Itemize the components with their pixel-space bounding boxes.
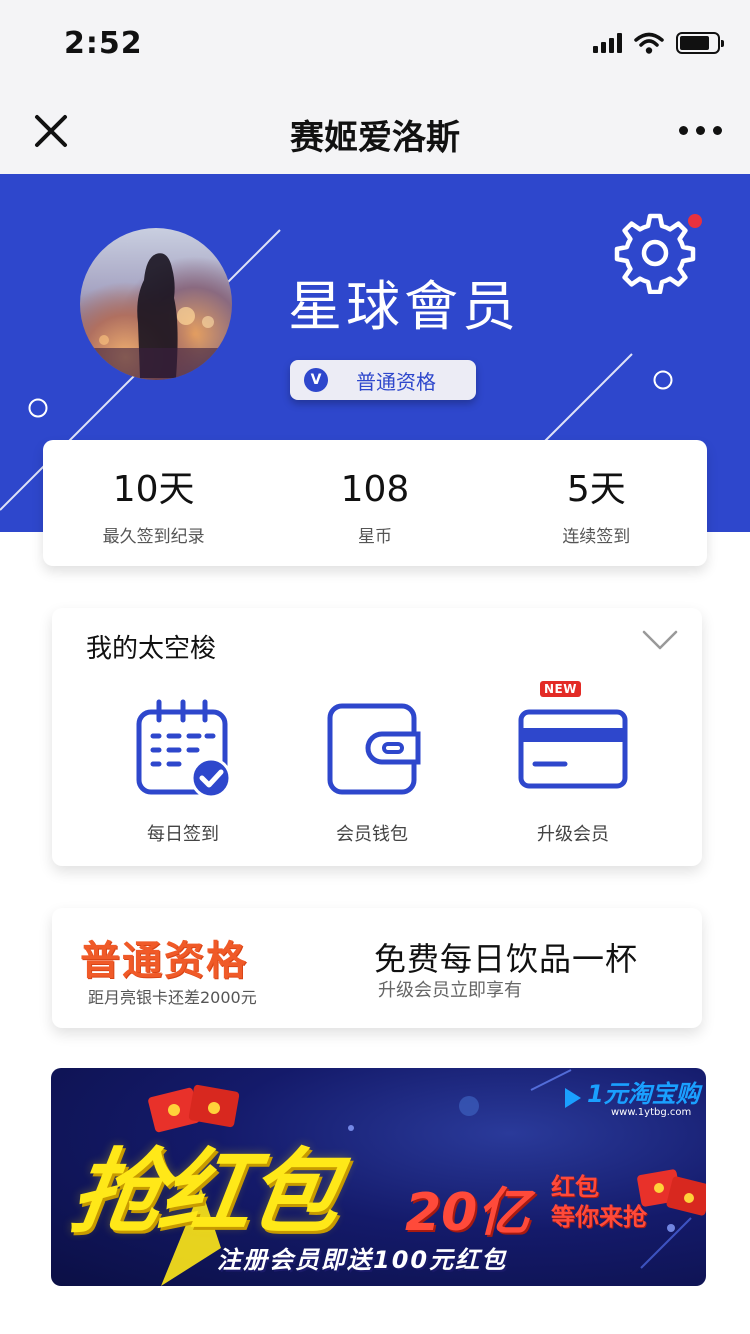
stat-label: 最久签到纪录 [102, 527, 205, 547]
avatar-image [80, 253, 232, 380]
status-time: 2:52 [64, 26, 143, 61]
banner-headline: 抢红包 [64, 1139, 344, 1246]
promo-title: 免费每日饮品一杯 [374, 940, 639, 978]
banner-logo: 1元淘宝购 www.1ytbg.com [587, 1074, 700, 1118]
more-icon[interactable] [679, 126, 722, 135]
stat-label: 星币 [357, 527, 392, 547]
stat-star-coins[interactable]: 108 星币 [264, 440, 485, 566]
feature-label: 会员钱包 [336, 824, 408, 845]
chevron-down-icon[interactable] [642, 628, 678, 652]
tagline-line1: 红包 [551, 1173, 599, 1201]
promo-description: 升级会员立即享有 [378, 980, 522, 1001]
card-icon [518, 709, 628, 789]
stats-card: 10天 最久签到纪录 108 星币 5天 连续签到 [43, 440, 707, 566]
feature-daily-signin[interactable]: 每日签到 [103, 698, 263, 846]
feature-label: 每日签到 [147, 824, 219, 845]
stat-consecutive-signin[interactable]: 5天 连续签到 [486, 440, 707, 566]
stat-value: 108 [340, 469, 410, 510]
page-title: 赛姬爱洛斯 [290, 118, 460, 158]
feature-upgrade-member[interactable]: 升级会员 [493, 698, 653, 846]
wifi-icon [634, 32, 664, 54]
signal-icon [593, 33, 622, 53]
banner-amount: 20亿 [405, 1183, 530, 1243]
status-bar: 2:52 [0, 0, 750, 92]
feature-member-wallet[interactable]: 会员钱包 [292, 698, 452, 846]
avatar[interactable] [80, 228, 232, 380]
stat-label: 连续签到 [562, 527, 631, 547]
stat-value: 10天 [112, 469, 195, 510]
logo-url: www.1ytbg.com [611, 1107, 692, 1118]
tagline-line2: 等你来抢 [551, 1203, 647, 1231]
section-title: 我的太空梭 [86, 634, 217, 664]
shuttle-card: 我的太空梭 每日签到 会员钱包 NEW 升级会员 [52, 608, 702, 866]
promo-card[interactable]: 普通资格 距月亮银卡还差2000元 免费每日饮品一杯 升级会员立即享有 [52, 908, 702, 1028]
notification-dot [688, 214, 702, 228]
badge-v-icon: V [304, 368, 328, 392]
upgrade-progress-text: 距月亮银卡还差2000元 [88, 988, 257, 1007]
status-icons [593, 32, 724, 54]
membership-badge[interactable]: V 普通资格 [290, 360, 476, 400]
red-packet-banner[interactable]: 1元淘宝购 www.1ytbg.com 抢红包 20亿 红包 等你来抢 注册会员… [51, 1068, 706, 1286]
calendar-check-icon [136, 699, 232, 798]
badge-label: 普通资格 [356, 369, 436, 394]
banner-bottom-text: 注册会员即送100元红包 [217, 1246, 508, 1274]
new-badge: NEW [540, 681, 581, 697]
gear-icon[interactable] [614, 212, 696, 294]
feature-label: 升级会员 [537, 824, 609, 845]
qualification-title: 普通资格 [80, 938, 248, 984]
battery-icon [676, 32, 724, 54]
stat-value: 5天 [566, 469, 626, 510]
nav-bar: 赛姬爱洛斯 [0, 92, 750, 174]
member-name: 星球會员 [288, 275, 520, 338]
stat-longest-signin[interactable]: 10天 最久签到纪录 [43, 440, 264, 566]
wallet-icon [327, 703, 421, 795]
logo-text: 1元淘宝购 [587, 1080, 700, 1108]
banner-tagline: 红包 等你来抢 [551, 1172, 647, 1232]
